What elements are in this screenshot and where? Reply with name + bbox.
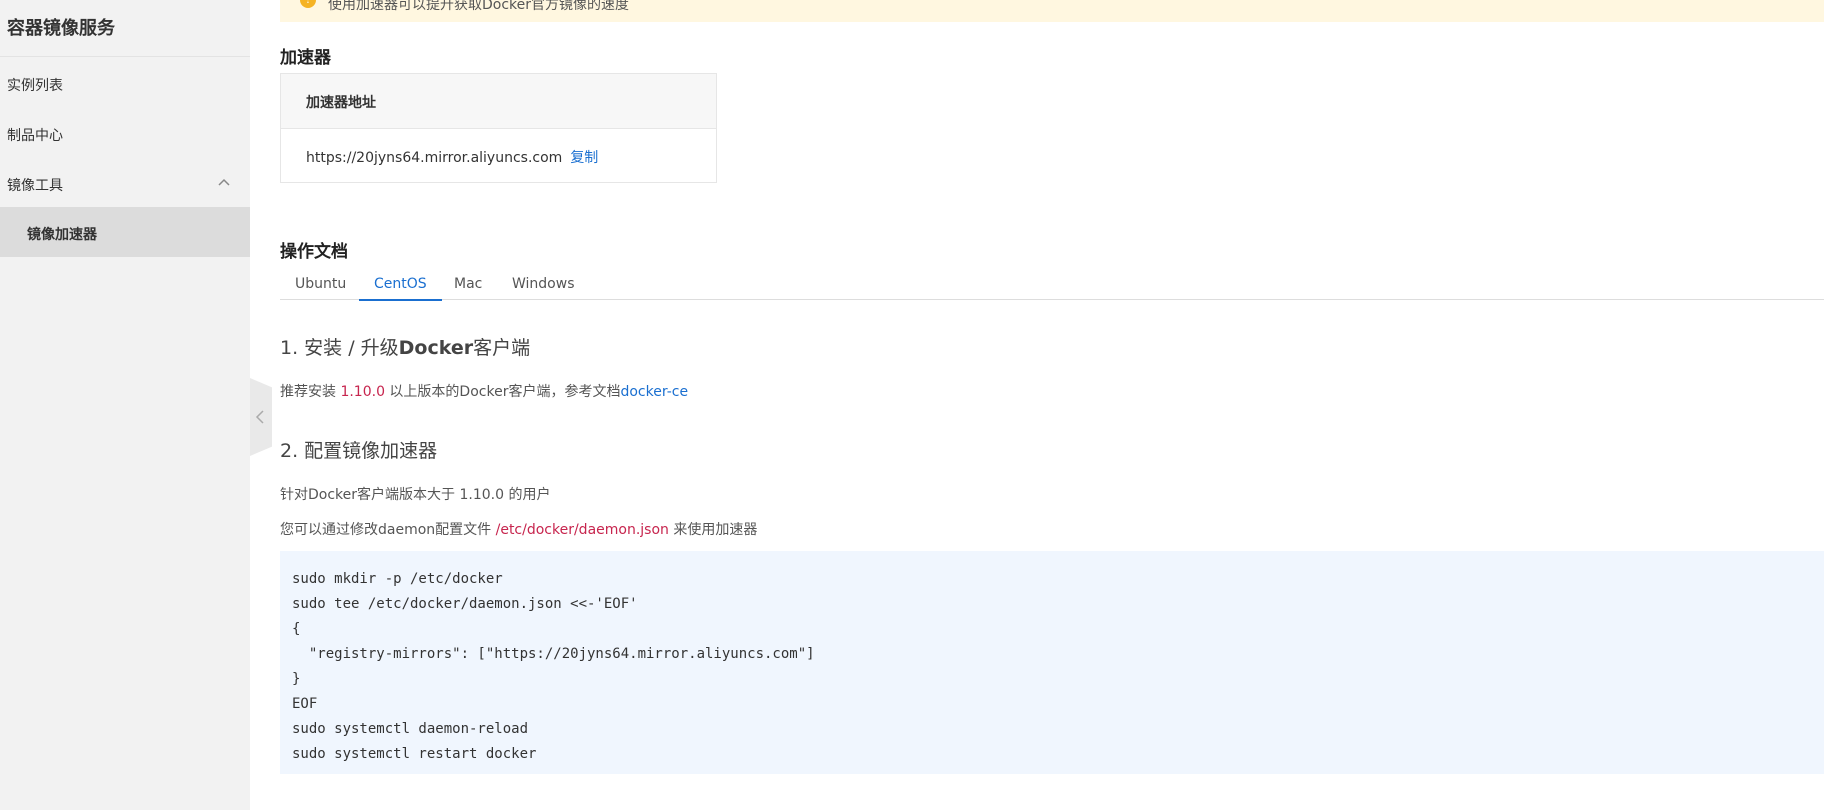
sidebar-collapse-handle[interactable]	[250, 378, 272, 456]
sidebar-item-label: 镜像工具	[7, 178, 63, 194]
step1-text-mid: 以上版本的Docker客户端，参考文档	[384, 384, 621, 400]
accelerator-url: https://20jyns64.mirror.aliyuncs.com	[306, 150, 563, 166]
sidebar-divider	[0, 56, 250, 57]
step2-line2-pre: 您可以通过修改daemon配置文件	[280, 522, 496, 538]
sidebar-item-instances[interactable]: 实例列表	[0, 61, 250, 107]
notice-bar: ! 使用加速器可以提升获取Docker官方镜像的速度	[280, 0, 1824, 22]
step2-line2-post: 来使用加速器	[668, 522, 758, 538]
step1-title-bold: Docker	[398, 337, 474, 359]
tab-centos[interactable]: CentOS	[359, 274, 442, 301]
docker-ce-link[interactable]: docker-ce	[620, 384, 688, 400]
warning-icon: !	[300, 0, 316, 8]
sidebar-item-image-tools[interactable]: 镜像工具	[0, 161, 250, 207]
sidebar-item-artifacts[interactable]: 制品中心	[0, 111, 250, 157]
tab-mac[interactable]: Mac	[439, 274, 497, 301]
step1-title-rest: 客户端	[473, 337, 531, 359]
accelerator-row: https://20jyns64.mirror.aliyuncs.com 复制	[281, 129, 716, 167]
daemon-json-path: /etc/docker/daemon.json	[495, 522, 669, 538]
step2-title: 2. 配置镜像加速器	[280, 440, 438, 462]
notice-text: 使用加速器可以提升获取Docker官方镜像的速度	[328, 0, 630, 13]
sidebar: 容器镜像服务 实例列表 制品中心 镜像工具 镜像加速器	[0, 0, 250, 810]
step1-version: 1.10.0	[340, 384, 385, 400]
sidebar-item-image-accelerator[interactable]: 镜像加速器	[0, 207, 250, 257]
copy-button[interactable]: 复制	[570, 150, 598, 166]
sidebar-item-label: 实例列表	[7, 78, 63, 94]
sidebar-item-label: 镜像加速器	[27, 227, 97, 243]
accelerator-box: 加速器地址 https://20jyns64.mirror.aliyuncs.c…	[280, 73, 717, 183]
code-block[interactable]: sudo mkdir -p /etc/docker sudo tee /etc/…	[280, 551, 1824, 774]
step1-text: 推荐安装 1.10.0 以上版本的Docker客户端，参考文档docker-ce	[280, 381, 688, 401]
tab-windows[interactable]: Windows	[497, 274, 590, 301]
chevron-left-icon	[255, 410, 264, 424]
step1-text-pre: 推荐安装	[280, 384, 341, 400]
sidebar-title: 容器镜像服务	[7, 18, 115, 39]
step1-title: 1. 安装 / 升级Docker客户端	[280, 333, 530, 360]
chevron-up-icon	[218, 178, 230, 186]
tab-ubuntu[interactable]: Ubuntu	[280, 274, 361, 301]
accelerator-header: 加速器地址	[281, 74, 716, 129]
docs-section-title: 操作文档	[280, 242, 348, 262]
sidebar-item-label: 制品中心	[7, 128, 63, 144]
step1-title-num: 1. 安装 / 升级	[280, 337, 399, 359]
step2-line1: 针对Docker客户端版本大于 1.10.0 的用户	[280, 487, 551, 503]
os-tabs: Ubuntu CentOS Mac Windows	[280, 272, 1824, 301]
accelerator-section-title: 加速器	[280, 48, 331, 68]
step2-line2: 您可以通过修改daemon配置文件 /etc/docker/daemon.jso…	[280, 519, 757, 539]
